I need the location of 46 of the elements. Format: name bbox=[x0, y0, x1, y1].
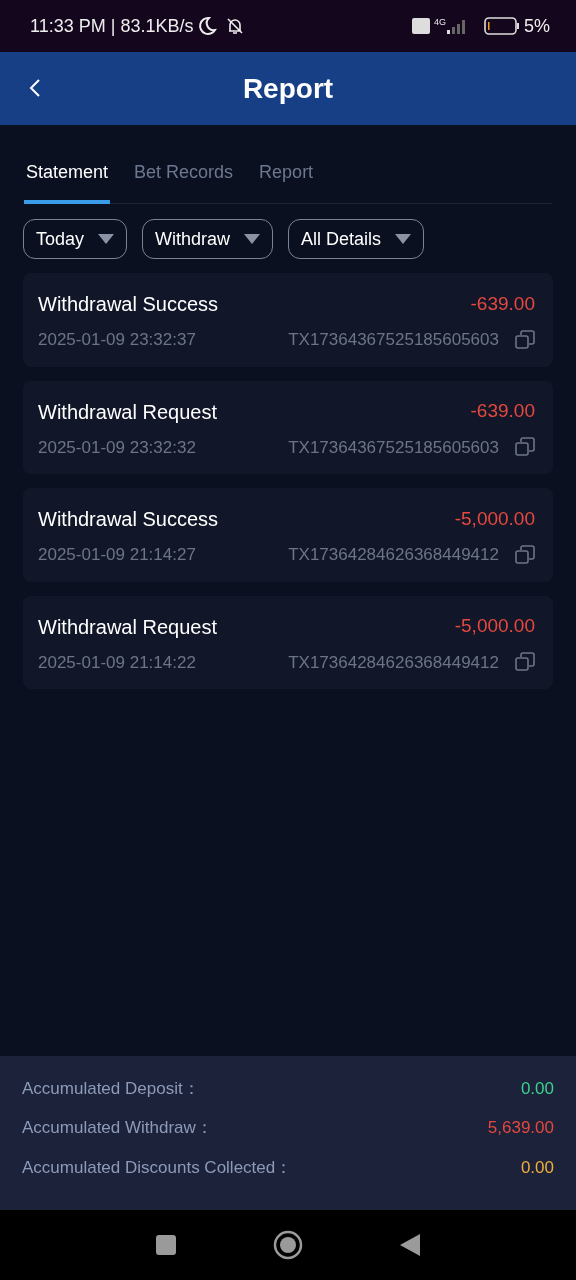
transaction-id: TX17364367525185605603 bbox=[288, 329, 499, 351]
home-icon[interactable] bbox=[273, 1230, 303, 1260]
recents-icon[interactable] bbox=[155, 1234, 177, 1256]
battery-percent: 5% bbox=[524, 14, 550, 38]
tab[interactable]: Statement bbox=[24, 155, 111, 204]
battery-icon bbox=[484, 17, 520, 35]
page-title: Report bbox=[242, 71, 334, 106]
transaction-amount: -5,000.00 bbox=[454, 506, 535, 531]
transaction-time: 2025-01-09 23:32:37 bbox=[38, 329, 196, 351]
copy-icon[interactable] bbox=[515, 329, 535, 350]
copy-icon[interactable] bbox=[515, 544, 535, 565]
transaction-time: 2025-01-09 21:14:27 bbox=[38, 544, 196, 566]
signal-icon bbox=[446, 18, 468, 34]
transaction-title: Withdrawal Request bbox=[38, 399, 217, 425]
tab[interactable]: Bet Records bbox=[132, 155, 236, 204]
status-time: 11:33 PM | 83.1KB/s bbox=[30, 14, 194, 38]
transaction-id: TX17364284626368449412 bbox=[288, 544, 499, 566]
summary-label: Accumulated Discounts Collected： bbox=[22, 1156, 293, 1179]
transaction-title: Withdrawal Success bbox=[38, 507, 219, 532]
transaction-title: Withdrawal Request bbox=[38, 614, 217, 640]
caret-icon bbox=[98, 234, 115, 244]
transaction-time: 2025-01-09 23:32:32 bbox=[38, 436, 196, 459]
tab[interactable]: Report bbox=[257, 155, 316, 204]
copy-icon[interactable] bbox=[515, 437, 535, 458]
transaction-time: 2025-01-09 21:14:22 bbox=[38, 651, 196, 674]
summary-label: Accumulated Deposit： bbox=[22, 1077, 200, 1100]
moon-icon bbox=[197, 16, 218, 36]
caret-icon bbox=[244, 234, 261, 244]
caret-icon bbox=[395, 234, 412, 244]
copy-icon[interactable] bbox=[515, 652, 535, 673]
transaction-id: TX17364284626368449412 bbox=[288, 651, 499, 674]
summary-label: Accumulated Withdraw： bbox=[22, 1117, 213, 1139]
transaction-amount: -5,000.00 bbox=[454, 614, 535, 639]
filter-dropdown[interactable]: All Details bbox=[288, 219, 425, 259]
filter-dropdown[interactable]: Today bbox=[23, 219, 128, 259]
transaction-title: Withdrawal Success bbox=[38, 292, 219, 317]
summary-value: 0.00 bbox=[520, 1077, 554, 1100]
filter-dropdown[interactable]: Withdraw bbox=[142, 219, 274, 259]
back-icon[interactable] bbox=[28, 78, 42, 98]
summary-value: 5,639.00 bbox=[487, 1117, 554, 1139]
summary-value: 0.00 bbox=[520, 1156, 554, 1179]
back-nav-icon[interactable] bbox=[399, 1233, 421, 1257]
network-label: 4G bbox=[433, 16, 446, 29]
transaction-id: TX17364367525185605603 bbox=[288, 436, 499, 459]
transaction-amount: -639.00 bbox=[470, 291, 535, 316]
transaction-amount: -639.00 bbox=[470, 399, 535, 424]
